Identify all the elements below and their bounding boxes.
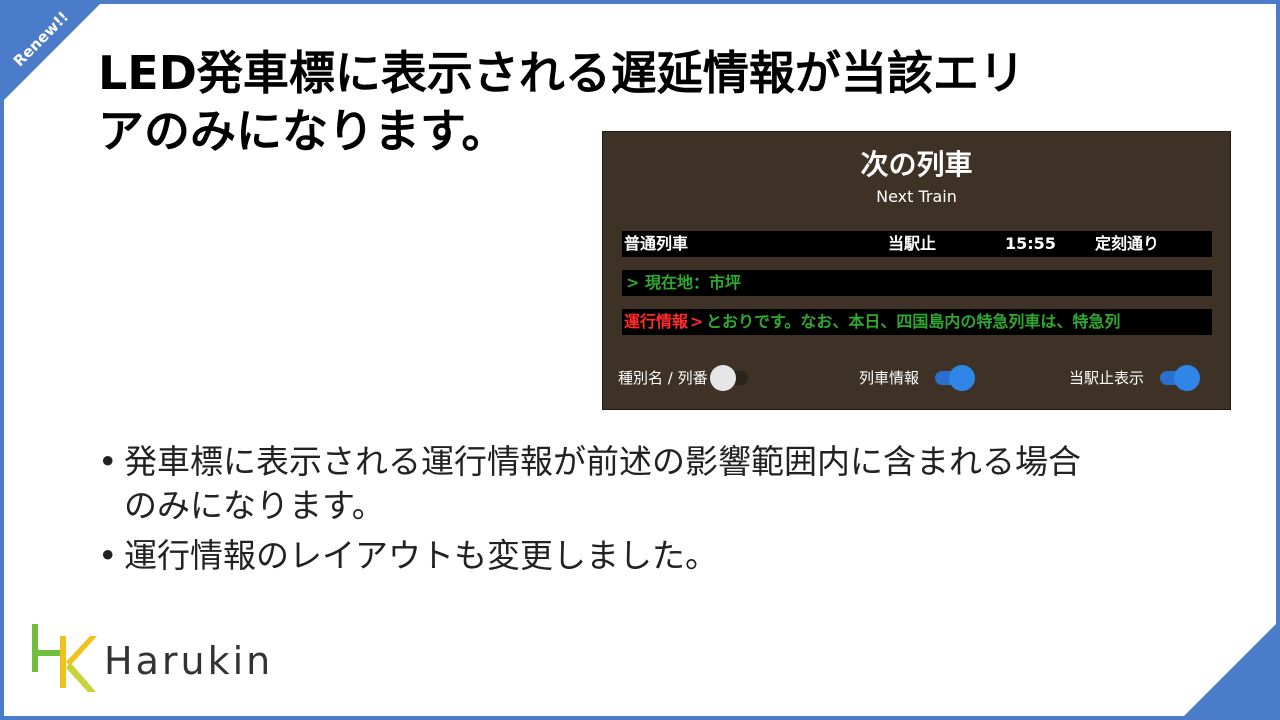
train-type: 普通列車 [624,234,689,253]
board-subtitle: Next Train [876,187,957,206]
service-info-row: 運行情報 > とおりです。なお、本日、四国島内の特急列車は、特急列 [622,309,1212,335]
title-line-1: LED発車標に表示される遅延情報が当該エリ [98,46,1025,100]
toggle-terminal-display-switch[interactable] [1160,365,1201,391]
train-stop: 当駅止 [888,234,937,253]
switch-knob [949,365,976,391]
switch-knob [1174,365,1201,391]
train-status: 定刻通り [1095,234,1160,253]
board-title: 次の列車 [860,148,973,181]
bullet-item: • 運行情報のレイアウトも変更しました。 [98,534,1218,578]
corner-decoration [1180,620,1280,720]
service-info-label: 運行情報 [624,312,689,331]
renew-ribbon: Renew!! [0,0,110,110]
bullet-text: 運行情報のレイアウトも変更しました。 [124,536,718,575]
departure-time: 15:55 [1005,234,1056,253]
departure-board: 次の列車 Next Train 普通列車 当駅止 15:55 定刻通り > 現在… [602,131,1231,410]
service-info-arrow: > [690,312,704,331]
train-row: 普通列車 当駅止 15:55 定刻通り [622,231,1212,257]
location-row: > 現在地：市坪 [622,270,1212,296]
toggle-type-number-switch[interactable] [709,365,748,391]
toggle-terminal-display-label: 当駅止表示 [1069,369,1145,387]
bullet-marker: • [98,536,118,575]
logo-wordmark: Harukin [104,639,273,683]
bullet-marker: • [98,442,118,481]
toggle-train-info-label: 列車情報 [859,369,920,387]
current-location: > 現在地：市坪 [626,273,741,292]
harukin-logo: Harukin [32,624,273,692]
bullet-list: • 発車標に表示される運行情報が前述の影響範囲内に含まれる場合 のみになります。… [98,440,1218,584]
toggle-train-info: 列車情報 [859,364,976,392]
toggle-type-number-label: 種別名 / 列番 [618,369,708,387]
switch-knob [709,365,736,391]
bullet-text: 発車標に表示される運行情報が前述の影響範囲内に含まれる場合 のみになります。 [124,442,1081,525]
bullet-item: • 発車標に表示される運行情報が前述の影響範囲内に含まれる場合 のみになります。 [98,440,1218,528]
toggle-terminal-display: 当駅止表示 [1069,364,1201,392]
toggle-type-number: 種別名 / 列番 [618,364,748,392]
service-info-text: とおりです。なお、本日、四国島内の特急列車は、特急列 [706,312,1121,331]
toggle-train-info-switch[interactable] [935,365,976,391]
